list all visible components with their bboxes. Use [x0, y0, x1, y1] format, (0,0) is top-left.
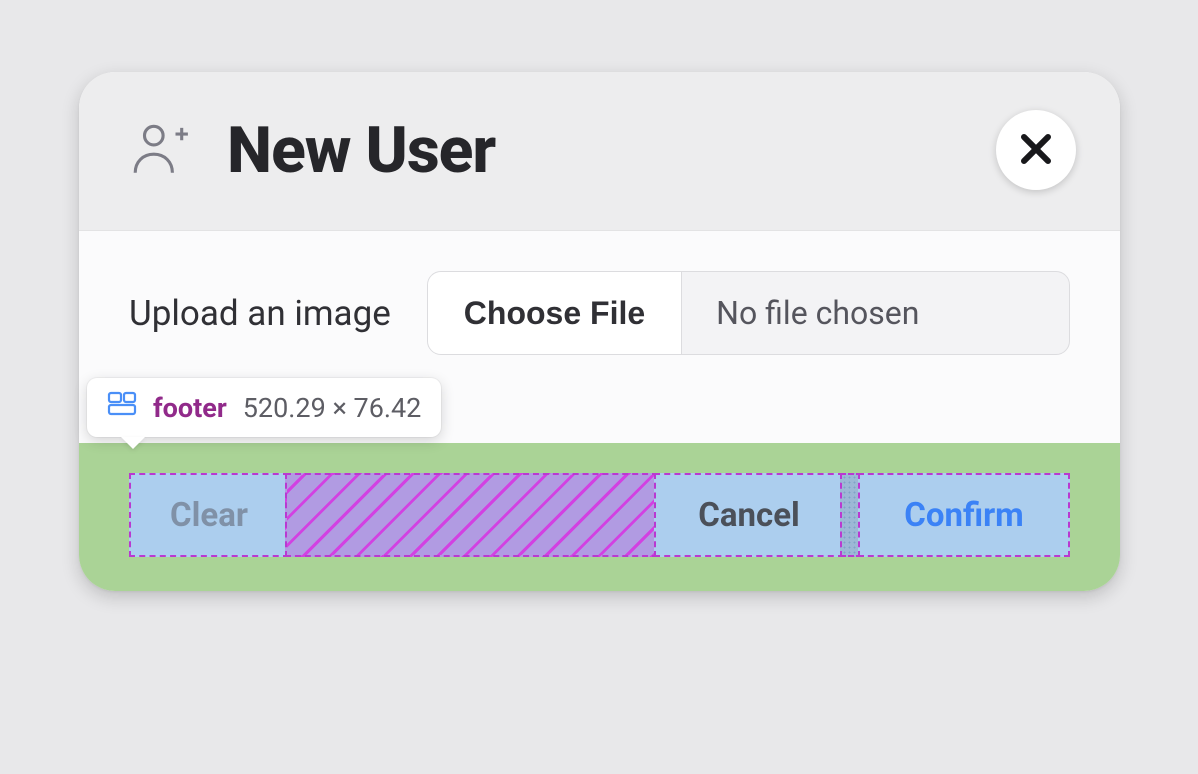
confirm-button[interactable]: Confirm — [858, 473, 1070, 557]
dialog-card: New User Upload an image Choose File No … — [79, 72, 1120, 591]
file-status-text: No file chosen — [682, 272, 1069, 354]
dialog-footer: Clear Cancel Confirm — [79, 443, 1120, 591]
flex-layout-icon — [107, 391, 137, 424]
devtools-tooltip: footer 520.29 × 76.42 — [87, 378, 441, 437]
flex-spacer — [285, 473, 658, 557]
upload-row: Upload an image Choose File No file chos… — [129, 271, 1070, 355]
file-input[interactable]: Choose File No file chosen — [427, 271, 1070, 355]
tooltip-dimensions: 520.29 × 76.42 — [243, 392, 422, 424]
tooltip-element-name: footer — [153, 392, 227, 424]
footer-flex-container: Clear Cancel Confirm — [129, 473, 1070, 557]
user-plus-icon — [129, 117, 191, 183]
clear-button[interactable]: Clear — [129, 473, 289, 557]
dialog-title: New User — [227, 113, 495, 188]
cancel-button[interactable]: Cancel — [654, 473, 844, 557]
close-button[interactable] — [996, 110, 1076, 190]
close-icon — [1018, 131, 1054, 170]
dialog-header: New User — [79, 72, 1120, 231]
upload-label: Upload an image — [129, 293, 391, 334]
choose-file-button[interactable]: Choose File — [428, 272, 682, 354]
